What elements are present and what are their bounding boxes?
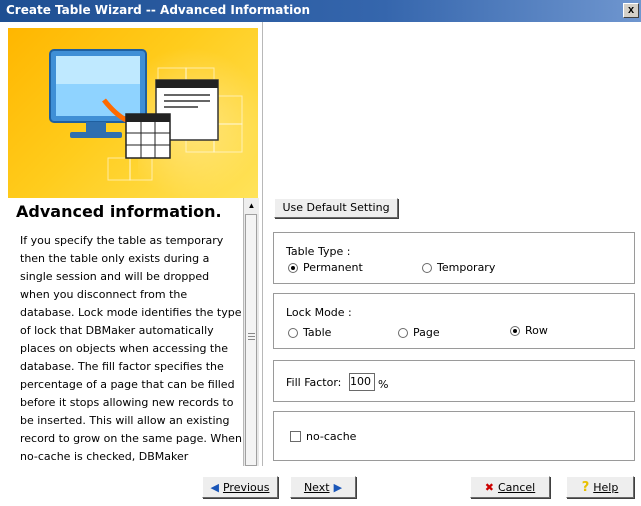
red-x-icon: ✖ xyxy=(484,480,494,494)
radio-permanent-indicator[interactable] xyxy=(288,262,298,273)
close-button[interactable]: x xyxy=(623,3,639,18)
radio-row[interactable]: Row xyxy=(510,324,548,337)
no-cache-checkbox[interactable] xyxy=(290,431,301,442)
help-scrollbar[interactable]: ▲ ▼ xyxy=(243,198,259,484)
help-text: If you specify the table as temporary th… xyxy=(20,234,242,462)
fill-factor-unit: % xyxy=(378,378,389,391)
no-cache-checkbox-row[interactable]: no-cache xyxy=(290,430,356,443)
scroll-up-arrow-icon[interactable]: ▲ xyxy=(244,198,259,214)
create-table-wizard-window: Create Table Wizard -- Advanced Informat… xyxy=(0,0,641,506)
scrollbar-grip-icon xyxy=(248,333,255,334)
window-title: Create Table Wizard -- Advanced Informat… xyxy=(6,3,311,17)
cancel-button[interactable]: ✖ Cancel xyxy=(470,476,550,498)
radio-row-indicator[interactable] xyxy=(510,325,520,336)
fill-factor-label: Fill Factor: xyxy=(286,376,342,389)
radio-page-label: Page xyxy=(413,326,440,339)
radio-page[interactable]: Page xyxy=(398,326,440,339)
radio-temporary-indicator[interactable] xyxy=(422,262,432,273)
radio-table-label: Table xyxy=(303,326,332,339)
lock-mode-group: Lock Mode : Table Page Row xyxy=(273,293,635,349)
radio-permanent[interactable]: Permanent xyxy=(288,261,363,274)
question-mark-icon: ? xyxy=(581,479,590,495)
table-type-group: Table Type : Permanent Temporary xyxy=(273,232,635,284)
help-title: Advanced information. xyxy=(16,202,222,221)
radio-page-indicator[interactable] xyxy=(398,327,408,338)
title-bar: Create Table Wizard -- Advanced Informat… xyxy=(0,0,641,22)
fill-factor-group: Fill Factor: 100 % xyxy=(273,360,635,402)
wizard-nav-bar: ◀ Previous Next ▶ ✖ Cancel ? Help xyxy=(0,466,641,506)
radio-row-label: Row xyxy=(525,324,548,337)
arrow-right-icon: ▶ xyxy=(333,480,343,494)
fill-factor-input[interactable]: 100 xyxy=(349,373,375,391)
help-label: Help xyxy=(593,480,619,494)
help-pane: Advanced information. If you specify the… xyxy=(0,22,262,484)
table-type-label: Table Type : xyxy=(286,245,351,258)
previous-label: Previous xyxy=(222,480,270,494)
radio-permanent-label: Permanent xyxy=(303,261,363,274)
wizard-banner-image xyxy=(8,28,258,198)
arrow-left-icon: ◀ xyxy=(210,480,219,494)
radio-table[interactable]: Table xyxy=(288,326,331,339)
no-cache-group: no-cache xyxy=(273,411,635,461)
next-button[interactable]: Next ▶ xyxy=(290,476,356,498)
scrollbar-thumb[interactable] xyxy=(245,214,257,466)
radio-temporary-label: Temporary xyxy=(437,261,496,274)
cancel-label: Cancel xyxy=(497,480,536,494)
radio-temporary[interactable]: Temporary xyxy=(422,261,495,274)
no-cache-label: no-cache xyxy=(306,430,357,443)
computer-table-illustration xyxy=(49,49,243,181)
help-button[interactable]: ? Help xyxy=(566,476,634,498)
radio-table-indicator[interactable] xyxy=(288,327,298,338)
lock-mode-label: Lock Mode : xyxy=(286,306,352,319)
previous-button[interactable]: ◀ Previous xyxy=(202,476,278,498)
use-default-setting-button[interactable]: Use Default Setting xyxy=(274,198,398,218)
settings-pane: Use Default Setting Table Type : Permane… xyxy=(263,22,641,466)
next-label: Next xyxy=(303,480,330,494)
table-icon xyxy=(125,113,171,159)
